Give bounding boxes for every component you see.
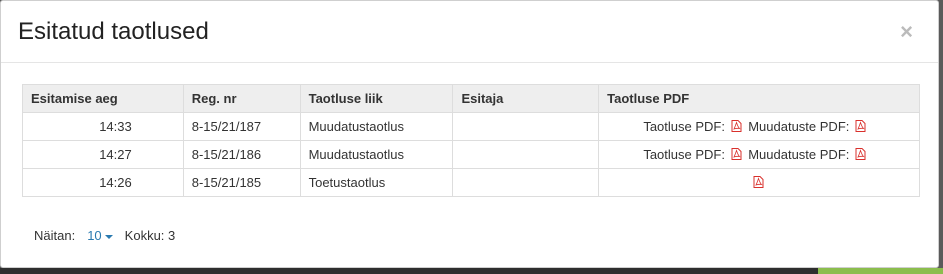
table-row: 14:27 8-15/21/186 Muudatustaotlus Taotlu…: [22, 140, 920, 169]
table-row: 14:26 8-15/21/185 Toetustaotlus: [22, 168, 920, 197]
pager: Näitan: 10 Kokku: 3: [34, 228, 175, 243]
close-icon[interactable]: ×: [900, 21, 913, 43]
showing-label: Näitan:: [34, 228, 76, 243]
backdrop-accent: [818, 268, 943, 274]
application-pdf-label: Taotluse PDF:: [643, 119, 725, 134]
cell-reg-nr: 8-15/21/185: [182, 168, 301, 197]
column-header-application-pdf[interactable]: Taotluse PDF: [598, 84, 920, 113]
application-pdf-label: Taotluse PDF:: [643, 147, 725, 162]
column-header-reg-nr[interactable]: Reg. nr: [182, 84, 301, 113]
dialog-header: Esitatud taotlused ×: [1, 1, 938, 63]
cell-type: Toetustaotlus: [299, 168, 454, 197]
cell-time: 14:33: [22, 112, 184, 141]
caret-down-icon[interactable]: [104, 234, 113, 239]
table-header-row: Esitamise aeg Reg. nr Taotluse liik Esit…: [22, 84, 920, 113]
column-header-submission-time[interactable]: Esitamise aeg: [22, 84, 184, 113]
changes-pdf-label: Muudatuste PDF:: [748, 119, 850, 134]
cell-pdf-links: [598, 168, 920, 197]
submitted-applications-dialog: Esitatud taotlused × Esitamise aeg Reg. …: [0, 0, 939, 268]
cell-time: 14:27: [22, 140, 184, 169]
cell-type: Muudatustaotlus: [299, 112, 454, 141]
dialog-title: Esitatud taotlused: [18, 18, 209, 45]
cell-reg-nr: 8-15/21/187: [182, 112, 301, 141]
cell-pdf-links: Taotluse PDF: Muudatuste PDF:: [598, 112, 920, 141]
cell-time: 14:26: [22, 168, 184, 197]
cell-submitter: [452, 112, 600, 141]
pdf-file-icon[interactable]: [753, 176, 764, 188]
backdrop-strip: [0, 268, 943, 274]
cell-type: Muudatustaotlus: [299, 140, 454, 169]
changes-pdf-label: Muudatuste PDF:: [748, 147, 850, 162]
table-row: 14:33 8-15/21/187 Muudatustaotlus Taotlu…: [22, 112, 920, 141]
pdf-file-icon[interactable]: [855, 148, 866, 160]
applications-table: Esitamise aeg Reg. nr Taotluse liik Esit…: [22, 84, 920, 197]
cell-reg-nr: 8-15/21/186: [182, 140, 301, 169]
cell-submitter: [452, 140, 600, 169]
pdf-file-icon[interactable]: [855, 120, 866, 132]
pdf-file-icon[interactable]: [731, 148, 742, 160]
page-size-dropdown[interactable]: 10: [87, 228, 113, 243]
cell-submitter: [452, 168, 600, 197]
column-header-submitter[interactable]: Esitaja: [452, 84, 600, 113]
pdf-file-icon[interactable]: [731, 120, 742, 132]
cell-pdf-links: Taotluse PDF: Muudatuste PDF:: [598, 140, 920, 169]
page-size-value[interactable]: 10: [87, 228, 101, 243]
column-header-application-type[interactable]: Taotluse liik: [299, 84, 454, 113]
total-count: Kokku: 3: [124, 228, 176, 243]
